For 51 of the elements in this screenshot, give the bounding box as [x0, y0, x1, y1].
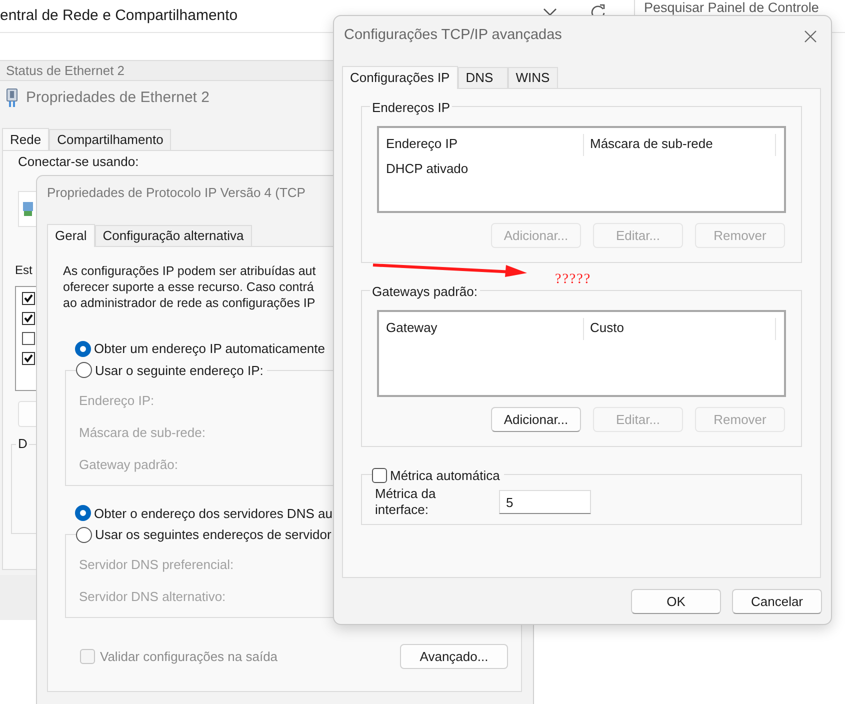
radio-button[interactable] — [76, 362, 92, 378]
window-title: Configurações TCP/IP avançadas — [344, 26, 562, 46]
checkbox[interactable] — [22, 292, 35, 305]
field-label: Servidor DNS alternativo: — [79, 588, 226, 606]
column-header[interactable]: Máscara de sub-rede — [583, 134, 776, 156]
radio-button[interactable] — [75, 505, 91, 522]
tab[interactable]: Geral — [47, 224, 95, 247]
checkbox-label: Métrica automática — [390, 467, 500, 485]
radio-label: Obter o endereço dos servidores DNS au — [94, 504, 332, 523]
column-header[interactable]: Endereço IP — [379, 134, 583, 156]
checkbox[interactable] — [22, 332, 35, 345]
field-label: Métrica da interface: — [375, 486, 437, 518]
field-label: Servidor DNS preferencial: — [79, 556, 234, 574]
advanced-button[interactable]: Avançado... — [400, 644, 508, 669]
tab[interactable]: Configuração alternativa — [94, 225, 252, 246]
button[interactable]: Cancelar — [732, 589, 822, 614]
column-header[interactable]: Gateway — [379, 318, 583, 340]
annotation-text: ????? — [555, 271, 592, 289]
column-header[interactable]: Custo — [583, 318, 776, 340]
radio-label: Usar o seguinte endereço IP: — [95, 362, 264, 380]
checkbox[interactable] — [372, 468, 387, 484]
field-label: Est — [15, 263, 32, 278]
tab[interactable]: DNS — [458, 67, 508, 88]
tab[interactable]: Rede — [2, 128, 50, 151]
tab[interactable]: Configurações IP — [342, 66, 458, 89]
field-label: Gateway padrão: — [79, 456, 178, 474]
radio-button[interactable] — [76, 526, 92, 543]
network-adapter-icon — [22, 201, 34, 217]
field-label: Endereço IP: — [79, 392, 154, 410]
field-label: Conectar-se usando: — [18, 154, 139, 170]
button[interactable]: Adicionar... — [491, 407, 581, 432]
window-title: Propriedades de Ethernet 2 — [26, 88, 210, 108]
close-icon[interactable] — [804, 30, 817, 42]
checkbox-label: Validar configurações na saída — [100, 648, 278, 666]
tab[interactable]: WINS — [508, 67, 558, 88]
metric-field[interactable]: 5 — [499, 490, 591, 514]
field-label: Máscara de sub-rede: — [79, 424, 206, 442]
radio-label: Obter um endereço IP automaticamente — [94, 340, 325, 358]
checkbox[interactable] — [22, 312, 35, 325]
window-title: Status de Ethernet 2 — [6, 63, 125, 79]
button[interactable]: OK — [631, 589, 721, 614]
description-text: As configurações IP podem ser atribuídas aut oferecer suporte a esse recurso. Caso contrá ao administrador de rede as configurações IP — [63, 263, 316, 311]
window-title: Propriedades de Protocolo IP Versão 4 (TCP — [47, 184, 306, 202]
tab[interactable]: Compartilhamento — [49, 129, 172, 150]
radio-button[interactable] — [75, 340, 91, 357]
radio-label: Usar os seguintes endereços de servidor — [95, 526, 332, 544]
window-title: entral de Rede e Compartilhamento — [0, 6, 238, 26]
table-cell-text: DHCP ativado — [385, 160, 470, 178]
checkbox[interactable] — [22, 352, 35, 365]
chevron-down-icon[interactable] — [543, 7, 557, 17]
network-adapter-icon — [6, 88, 18, 108]
